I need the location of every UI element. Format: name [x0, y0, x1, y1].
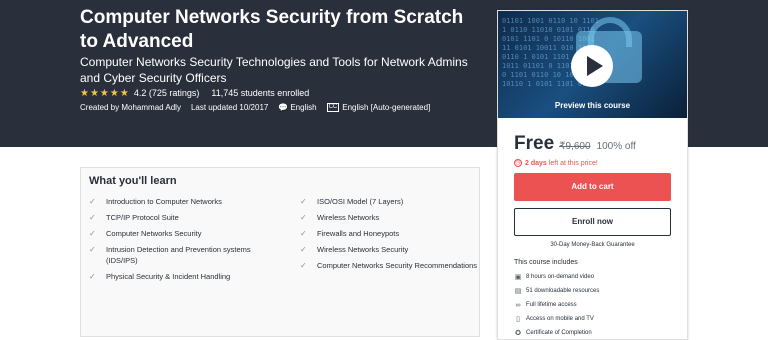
preview-label[interactable]: Preview this course: [498, 101, 687, 110]
learn-item: ✓ Wireless Networks Security: [300, 245, 409, 254]
play-icon: [587, 56, 603, 76]
trophy-icon: ✪: [515, 330, 521, 337]
current-price: Free: [514, 133, 555, 154]
learn-item: ✓ Physical Security & Incident Handling: [89, 272, 231, 281]
course-preview[interactable]: 01101 1001 0110 10 1101 1 0110 11010 010…: [498, 11, 687, 118]
course-title: Computer Networks Security from Scratch …: [80, 7, 464, 52]
enrolled-count: 11,745 students enrolled: [211, 88, 310, 98]
includes-item: ▣ 8 hours on-demand video: [514, 274, 595, 281]
includes-list: ▣ 8 hours on-demand video ▤ 51 downloadabl…: [514, 270, 684, 340]
enroll-now-button[interactable]: Enroll now: [514, 208, 671, 236]
video-icon: ▣: [514, 274, 522, 281]
check-icon: ✓: [300, 197, 307, 206]
purchase-sidebar: 01101 1001 0110 10 1101 1 0110 11010 010…: [497, 10, 688, 340]
check-icon: ✓: [300, 229, 307, 238]
discount: 100% off: [596, 141, 636, 152]
learn-list-right: ✓ ISO/OSI Model (7 Layers) ✓ Wireless Netw…: [300, 196, 480, 276]
check-icon: ✓: [89, 213, 96, 222]
star-rating-icon: ★★★★★: [80, 87, 130, 99]
captions-icon: CC: [326, 102, 340, 112]
includes-title: This course includes: [514, 259, 578, 266]
alarm-clock-icon: ◷: [514, 159, 522, 167]
original-price: ₹9,600: [559, 141, 591, 152]
rating-row: ★★★★★ 4.2 (725 ratings) 11,745 students …: [80, 87, 309, 99]
file-icon: ▤: [514, 288, 522, 295]
what-you-will-learn-box: What you'll learn ✓ Introduction to Compu…: [80, 167, 480, 337]
money-back-guarantee: 30-Day Money-Back Guarantee: [550, 242, 635, 248]
add-to-cart-button[interactable]: Add to cart: [514, 173, 671, 201]
timer-days: 2 days: [525, 159, 547, 167]
learn-title: What you'll learn: [89, 175, 177, 187]
check-icon: ✓: [300, 261, 307, 270]
captions-language: English [Auto-generated]: [342, 102, 431, 112]
learn-list-left: ✓ Introduction to Computer Networks ✓ TCP/…: [89, 196, 269, 287]
infinity-icon: ∞: [515, 301, 521, 309]
learn-item: ✓ ISO/OSI Model (7 Layers): [300, 197, 404, 206]
learn-item: ✓ Wireless Networks: [300, 213, 380, 222]
learn-item: ✓ Firewalls and Honeypots: [300, 229, 400, 238]
check-icon: ✓: [89, 245, 96, 254]
learn-item: ✓ Computer Networks Security: [89, 229, 202, 238]
check-icon: ✓: [89, 229, 96, 238]
learn-item: ✓ Computer Networks Security Recommendati…: [300, 261, 478, 270]
meta-row: Created by Mohammad Adly Last updated 10…: [80, 101, 430, 113]
includes-item: ▤ 51 downloadable resources: [514, 288, 600, 295]
learn-item: ✓ Introduction to Computer Networks: [89, 197, 222, 206]
created-by[interactable]: Created by Mohammad Adly: [80, 103, 181, 112]
includes-item: ∞ Full lifetime access: [515, 301, 577, 309]
rating-value[interactable]: 4.2 (725 ratings): [134, 88, 200, 98]
timer-text: left at this price!: [548, 159, 598, 167]
learn-item: ✓ Intrusion Detection and Prevention syst…: [89, 245, 251, 265]
mobile-icon: ▯: [516, 316, 520, 323]
price-timer: ◷ 2 days left at this price!: [514, 157, 598, 169]
last-updated: Last updated 10/2017: [190, 102, 269, 112]
learn-item: ✓ TCP/IP Protocol Suite: [89, 213, 179, 222]
includes-item: ▯ Access on mobile and TV: [514, 312, 684, 326]
includes-item: ✪ Certificate of Completion: [515, 330, 592, 337]
check-icon: ✓: [300, 213, 307, 222]
check-icon: ✓: [89, 197, 96, 206]
price-row: Free ₹9,600 100% off: [514, 133, 636, 155]
speech-bubble-icon: 💬: [278, 102, 289, 112]
check-icon: ✓: [300, 245, 307, 254]
check-icon: ✓: [89, 272, 96, 281]
course-subtitle: Computer Networks Security Technologies …: [80, 55, 468, 85]
play-button[interactable]: [571, 45, 613, 87]
language: English: [290, 102, 317, 112]
